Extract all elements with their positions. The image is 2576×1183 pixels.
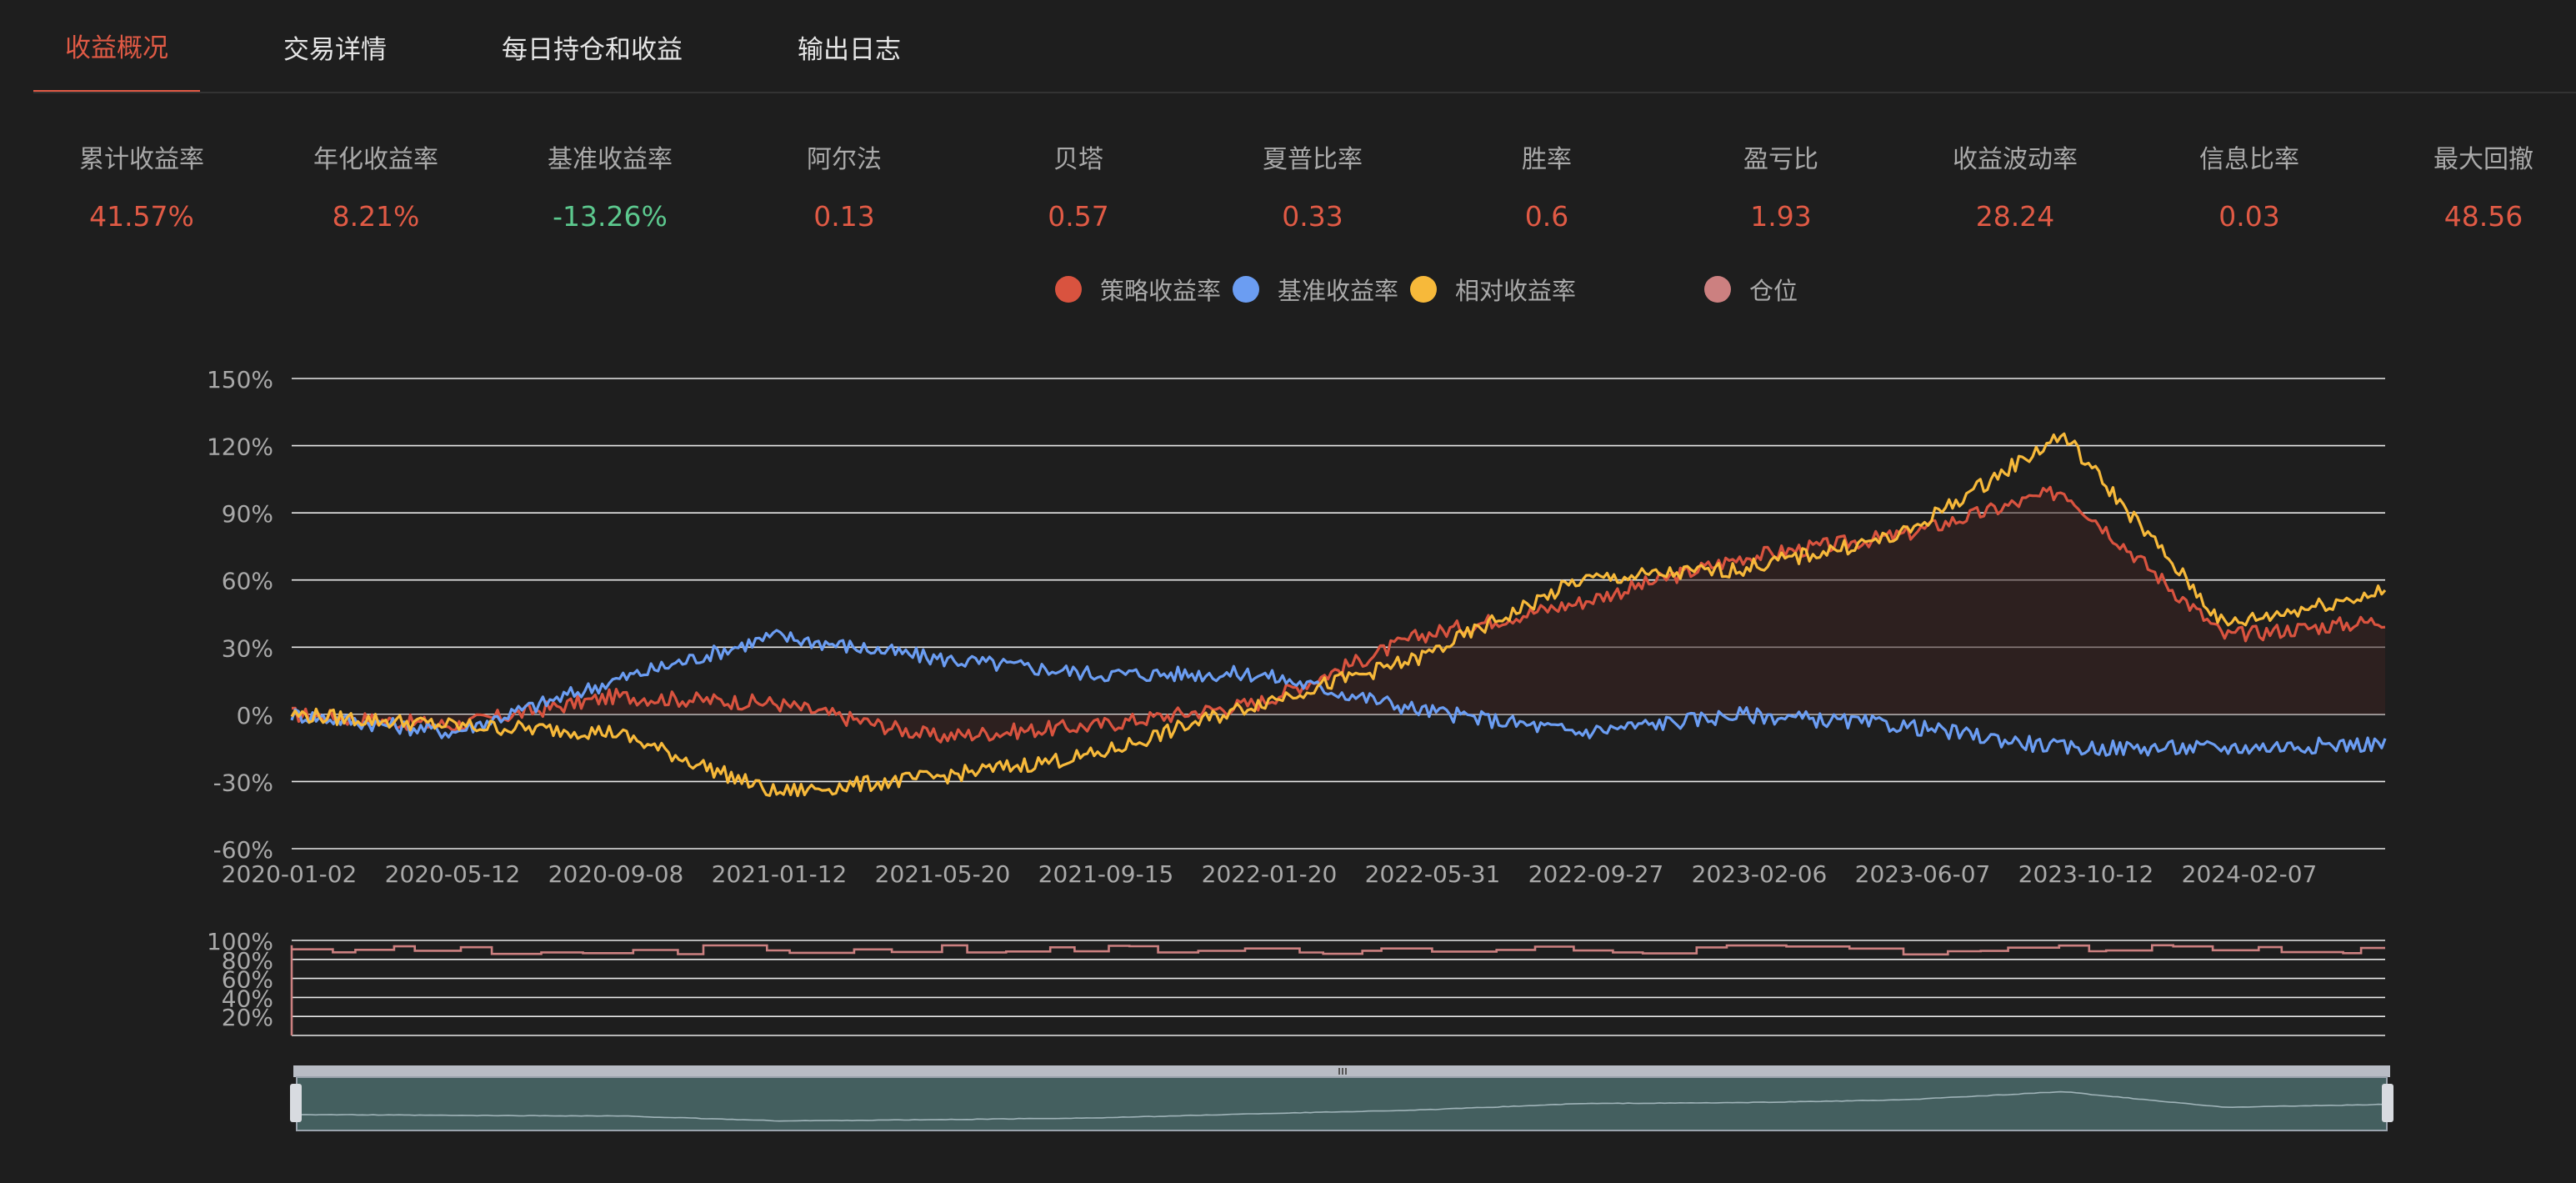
strategy-area <box>292 487 2385 743</box>
legend-label: 仓位 <box>1749 277 1798 305</box>
zoom-handle-right[interactable] <box>2382 1084 2393 1122</box>
x-tick-label: 2021-09-15 <box>1038 860 1174 888</box>
x-tick-label: 2023-02-06 <box>1692 860 1828 888</box>
metric-label: 年化收益率 <box>313 145 438 174</box>
y-tick-label: 80% <box>222 947 273 975</box>
main-chart-x-axis: 2020-01-02 2020-05-12 2020-09-08 2021-01-12… <box>222 860 2318 888</box>
metric-label: 信息比率 <box>2199 145 2299 174</box>
legend-dot <box>1410 276 1437 303</box>
y-tick-label: 90% <box>222 500 273 528</box>
metric-cumulative-return: 累计收益率 41.57% <box>25 140 258 237</box>
legend-item-relative-return[interactable]: 相对收益率 <box>1410 268 1576 310</box>
x-tick-label: 2022-05-31 <box>1365 860 1501 888</box>
metric-label: 贝塔 <box>1053 145 1103 174</box>
metric-alpha: 阿尔法 0.13 <box>728 140 961 237</box>
legend-item-position[interactable]: 仓位 <box>1704 268 1798 310</box>
metric-volatility: 收益波动率 28.24 <box>1898 140 2132 237</box>
y-tick-label: 60% <box>222 568 273 595</box>
x-tick-label: 2020-01-02 <box>222 860 358 888</box>
chart-legend: 策略收益率 基准收益率 相对收益率 仓位 <box>0 268 2576 310</box>
metric-information-ratio: 信息比率 0.03 <box>2133 140 2366 237</box>
zoom-grip-icon[interactable] <box>1338 1068 1347 1075</box>
y-tick-label: 30% <box>222 634 273 662</box>
metric-value: 0.13 <box>813 200 875 233</box>
metric-win-rate: 胜率 0.6 <box>1430 140 1663 237</box>
position-line <box>290 944 2385 1035</box>
zoom-slider-window[interactable] <box>296 1076 2388 1131</box>
metric-label: 夏普比率 <box>1263 145 1363 174</box>
x-tick-label: 2023-06-07 <box>1855 860 1991 888</box>
legend-dot <box>1704 276 1731 303</box>
y-tick-label: 120% <box>207 434 273 461</box>
metric-value: 0.03 <box>2218 200 2280 233</box>
metric-value: 0.57 <box>1048 200 1109 233</box>
y-tick-label: -60% <box>213 836 273 864</box>
x-tick-label: 2020-09-08 <box>548 860 684 888</box>
data-zoom-slider[interactable] <box>290 1065 2393 1131</box>
position-chart-series <box>290 944 2385 1035</box>
legend-item-benchmark-return[interactable]: 基准收益率 <box>1233 268 1398 310</box>
y-tick-label: -30% <box>213 769 273 796</box>
metric-sharpe: 夏普比率 0.33 <box>1196 140 1429 237</box>
x-tick-label: 2022-09-27 <box>1528 860 1664 888</box>
zoom-handle-left[interactable] <box>290 1084 302 1122</box>
metric-value: 0.6 <box>1524 200 1569 233</box>
series-line-1 <box>290 629 2387 757</box>
y-tick-label: 100% <box>207 928 273 955</box>
series-line-2 <box>290 432 2387 798</box>
x-tick-label: 2022-01-20 <box>1202 860 1338 888</box>
x-tick-label: 2020-05-12 <box>385 860 521 888</box>
y-tick-label: 60% <box>222 966 273 994</box>
legend-label: 策略收益率 <box>1100 277 1222 305</box>
metric-label: 收益波动率 <box>1953 145 2078 174</box>
metric-label: 盈亏比 <box>1743 145 1818 174</box>
tab-daily-holdings[interactable]: 每日持仓和收益 <box>470 0 714 93</box>
tab-bar: 收益概况 交易详情 每日持仓和收益 输出日志 <box>33 0 984 93</box>
main-chart-grid <box>292 378 2385 850</box>
x-tick-label: 2023-10-12 <box>2018 860 2154 888</box>
metric-value: -13.26% <box>553 200 668 233</box>
metric-annual-return: 年化收益率 8.21% <box>259 140 493 237</box>
metric-label: 最大回撤 <box>2433 145 2533 174</box>
legend-dot <box>1055 276 1082 303</box>
backtest-report: 收益概况 交易详情 每日持仓和收益 输出日志 累计收益率 41.57% 年化收益… <box>0 0 2576 1183</box>
metric-beta: 贝塔 0.57 <box>962 140 1195 237</box>
legend-dot <box>1233 276 1259 303</box>
metric-value: 1.93 <box>1750 200 1812 233</box>
main-chart-y-axis: 150% 120% 90% 60% 30% 0% -30% -60% <box>207 366 273 864</box>
legend-label: 基准收益率 <box>1278 277 1399 305</box>
metric-value: 28.24 <box>1975 200 2055 233</box>
tab-trade-details[interactable]: 交易详情 <box>252 0 418 93</box>
x-tick-label: 2021-01-12 <box>712 860 848 888</box>
tabs-divider <box>33 92 2576 93</box>
metric-value: 48.56 <box>2443 200 2523 233</box>
main-chart-series <box>290 432 2387 798</box>
metric-value: 0.33 <box>1282 200 1343 233</box>
x-tick-label: 2024-02-07 <box>2182 860 2318 888</box>
legend-label: 相对收益率 <box>1455 277 1577 305</box>
metric-label: 胜率 <box>1522 145 1572 174</box>
metric-label: 阿尔法 <box>807 145 882 174</box>
series-line-0 <box>291 485 2386 744</box>
tab-overview[interactable]: 收益概况 <box>33 0 200 93</box>
legend-item-strategy-return[interactable]: 策略收益率 <box>1055 268 1221 310</box>
strategy-area-fill <box>292 487 2385 743</box>
y-tick-label: 0% <box>237 702 273 729</box>
metric-profit-loss-ratio: 盈亏比 1.93 <box>1664 140 1898 237</box>
y-tick-label: 40% <box>222 985 273 1012</box>
tab-output-log[interactable]: 输出日志 <box>766 0 933 93</box>
y-tick-label: 150% <box>207 366 273 393</box>
position-chart-grid <box>292 940 2385 1036</box>
metrics-row: 累计收益率 41.57% 年化收益率 8.21% 基准收益率 -13.26% 阿… <box>23 140 2558 240</box>
y-tick-label: 20% <box>222 1004 273 1031</box>
metric-benchmark-return: 基准收益率 -13.26% <box>493 140 727 237</box>
x-tick-label: 2021-05-20 <box>875 860 1011 888</box>
metric-max-drawdown: 最大回撤 48.56 <box>2367 140 2576 237</box>
position-chart-y-axis: 100%80%60%40%20% <box>207 928 273 1031</box>
metric-label: 累计收益率 <box>79 145 204 174</box>
metric-label: 基准收益率 <box>548 145 673 174</box>
metric-value: 41.57% <box>89 200 194 233</box>
metric-value: 8.21% <box>332 200 420 233</box>
